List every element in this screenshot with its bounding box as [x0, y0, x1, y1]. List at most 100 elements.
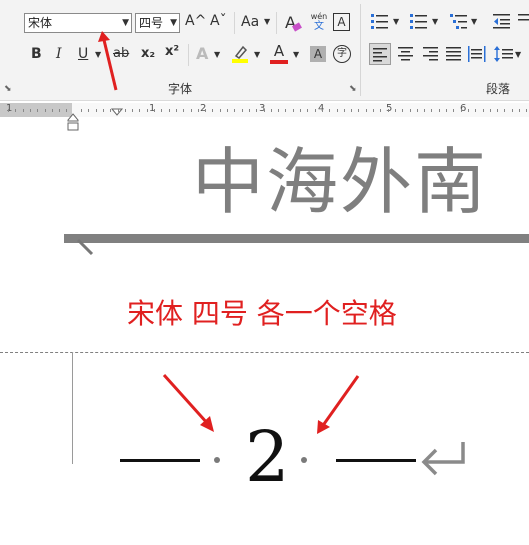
- ruler-tick: [205, 109, 207, 112]
- ruler-tick: [453, 109, 455, 112]
- font-group-label: 字体: [168, 82, 193, 96]
- footer-dash-right: [336, 459, 416, 462]
- ruler-tick: [460, 109, 462, 112]
- chevron-down-icon: ▼: [432, 17, 439, 26]
- ruler-tick: [424, 109, 426, 112]
- ruler-tick: [402, 109, 404, 112]
- ruler-tick: [351, 109, 353, 112]
- dialog-launcher-icon[interactable]: ⬊: [4, 84, 12, 94]
- justify-icon: [446, 47, 461, 61]
- hanging-indent-marker[interactable]: [67, 113, 79, 135]
- ruler-tick: [8, 109, 9, 112]
- ruler-tick: [409, 109, 411, 112]
- header-rule: [64, 234, 529, 243]
- ruler-tick: [475, 109, 477, 112]
- italic-button[interactable]: I: [56, 46, 62, 62]
- chevron-down-icon: ▼: [264, 17, 271, 26]
- bullets-button[interactable]: [371, 13, 389, 33]
- ruler-tick: [102, 109, 104, 112]
- ruler-tick: [175, 109, 177, 112]
- ruler-tick: [373, 109, 374, 112]
- ruler-tick: [132, 109, 134, 112]
- chevron-down-icon: ▼: [293, 50, 300, 59]
- ruler-tick: [336, 109, 338, 112]
- ruler-tick: [29, 109, 31, 112]
- bullet-list-icon: [371, 14, 388, 29]
- ruler-tick: [95, 109, 97, 112]
- margin-line: [72, 352, 73, 464]
- ruler-tick: [183, 109, 185, 112]
- align-left-icon: [373, 48, 387, 62]
- annotation-arrow-right: [317, 375, 360, 434]
- dialog-launcher-icon[interactable]: ⬊: [349, 84, 357, 94]
- increase-indent-icon: [518, 14, 529, 21]
- ruler-tick: [285, 109, 287, 112]
- decrease-indent-icon: [493, 14, 510, 29]
- align-right-icon: [423, 47, 438, 61]
- enclose-characters-button[interactable]: 字: [333, 45, 351, 63]
- distributed-icon: [468, 46, 486, 62]
- distributed-button[interactable]: [467, 44, 487, 68]
- superscript-button[interactable]: x²: [165, 44, 179, 59]
- multilevel-list-button[interactable]: [450, 13, 468, 33]
- annotation-text: 宋体 四号 各一个空格: [127, 297, 397, 330]
- numbering-button[interactable]: [410, 13, 428, 33]
- grow-font-button[interactable]: A^: [185, 13, 206, 29]
- ruler-tick: [146, 109, 148, 112]
- phonetic-top: wén: [310, 12, 328, 21]
- line-spacing-button[interactable]: [494, 44, 514, 68]
- chevron-down-icon: ▼: [471, 17, 478, 26]
- chevron-down-icon: ▼: [515, 50, 522, 59]
- ruler-tick: [212, 109, 214, 112]
- ruler-tick: [329, 109, 331, 112]
- ruler-tick: [438, 109, 440, 112]
- ruler-tick: [168, 109, 170, 112]
- ruler-tick: [44, 109, 46, 112]
- subscript-button[interactable]: x₂: [141, 46, 155, 61]
- change-case-button[interactable]: Aa: [241, 14, 259, 30]
- ruler-tick: [380, 109, 382, 112]
- annotation-arrow: [98, 31, 118, 91]
- ruler-tick: [139, 109, 141, 112]
- line-spacing-icon: [494, 46, 513, 62]
- underline-button[interactable]: U: [78, 46, 88, 62]
- character-shading-button[interactable]: A: [310, 46, 326, 62]
- ruler-tick: [307, 109, 309, 112]
- space-mark: [301, 457, 307, 463]
- align-right-button[interactable]: [421, 44, 441, 68]
- ruler-tick: [467, 109, 469, 112]
- align-center-button[interactable]: [396, 44, 416, 68]
- ruler-tick: [15, 109, 17, 112]
- increase-indent-button[interactable]: [518, 13, 529, 33]
- bold-button[interactable]: B: [31, 46, 42, 62]
- decrease-indent-button[interactable]: [493, 13, 511, 33]
- shrink-font-button[interactable]: Aˇ: [210, 13, 227, 29]
- ruler-tick: [431, 109, 433, 112]
- ruler-tick: [497, 109, 499, 112]
- phonetic-bottom: 文: [314, 21, 324, 32]
- ruler-tick: [278, 109, 280, 112]
- phonetic-guide-button[interactable]: wén 文: [309, 12, 329, 33]
- annotation-arrow-left: [162, 373, 214, 432]
- align-left-button[interactable]: [369, 43, 391, 65]
- horizontal-ruler[interactable]: 1 1 2 3 4 5 6: [0, 101, 529, 131]
- page-number: 2: [245, 416, 290, 498]
- font-color-button[interactable]: A: [270, 43, 288, 65]
- ruler-tick: [51, 109, 53, 112]
- highlight-color-button[interactable]: [231, 44, 249, 64]
- ruler-tick: [321, 109, 323, 112]
- clear-formatting-icon[interactable]: A: [283, 12, 303, 38]
- font-size-value: 四号: [139, 16, 164, 30]
- multilevel-list-icon: [450, 14, 467, 29]
- ruler-tick: [110, 109, 112, 112]
- font-size-combo[interactable]: 四号 ▼: [135, 13, 180, 33]
- highlighter-icon: [232, 45, 248, 63]
- ruler-tick: [227, 109, 228, 112]
- character-border-button[interactable]: A: [333, 13, 350, 31]
- ruler-tick: [482, 109, 484, 112]
- ruler-tick: [314, 109, 316, 112]
- justify-button[interactable]: [444, 44, 464, 68]
- ruler-tick: [511, 109, 513, 112]
- text-effects-button[interactable]: A: [196, 44, 208, 63]
- chevron-down-icon: ▼: [393, 17, 400, 26]
